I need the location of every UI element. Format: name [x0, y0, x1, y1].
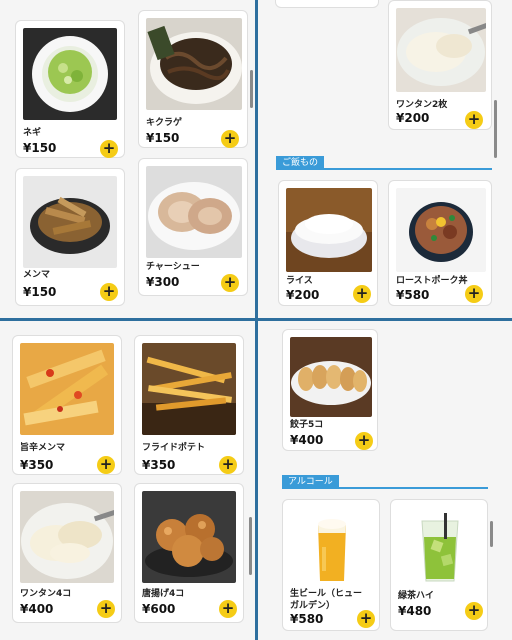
item-name: ライス	[286, 276, 313, 286]
item-price: ¥400	[20, 602, 54, 616]
menu-card-karaage[interactable]: 唐揚げ4コ ¥600 +	[134, 483, 244, 623]
item-name: チャーシュー	[146, 262, 200, 272]
add-button[interactable]: +	[353, 285, 371, 303]
item-name: ローストポーク丼	[396, 276, 468, 286]
plus-icon: +	[467, 601, 481, 619]
menu-card-partial[interactable]	[275, 0, 379, 8]
gyoza-image	[290, 337, 372, 417]
item-name: ワンタン2枚	[396, 100, 448, 110]
menu-card-menma[interactable]: メンマ ¥150 +	[15, 168, 125, 306]
add-button[interactable]: +	[219, 456, 237, 474]
item-name: 唐揚げ4コ	[142, 589, 185, 599]
add-button[interactable]: +	[465, 285, 483, 303]
add-button[interactable]: +	[97, 600, 115, 618]
menu-card-spicy-menma[interactable]: 旨辛メンマ ¥350 +	[12, 335, 122, 475]
plus-icon: +	[355, 284, 369, 302]
panel-bottom-left: 旨辛メンマ ¥350 + フライドポテト ¥350 + ワンタン4コ ¥400 …	[0, 321, 255, 640]
plus-icon: +	[99, 599, 113, 617]
menu-card-chashu[interactable]: チャーシュー ¥300 +	[138, 158, 248, 296]
chashu-image	[146, 166, 242, 258]
section-underline	[276, 168, 492, 170]
item-name: フライドポテト	[142, 443, 206, 453]
item-price: ¥350	[142, 458, 176, 472]
item-price: ¥200	[286, 288, 320, 302]
scrollbar[interactable]	[494, 100, 497, 158]
item-name: メンマ	[23, 270, 51, 280]
item-price: ¥150	[23, 285, 57, 299]
item-name: ネギ	[23, 128, 42, 138]
item-price: ¥350	[20, 458, 54, 472]
beer-image	[290, 507, 374, 587]
kikurage-image	[146, 18, 242, 110]
scrollbar[interactable]	[490, 521, 493, 547]
fries-image	[142, 343, 236, 435]
section-header-rice: ご飯もの	[276, 156, 492, 170]
item-price: ¥150	[146, 131, 180, 145]
add-button[interactable]: +	[219, 600, 237, 618]
menu-card-beer[interactable]: 生ビール（ヒューガルデン） ¥580 +	[282, 499, 380, 631]
menu-card-kikurage[interactable]: キクラゲ ¥150 +	[138, 10, 248, 148]
plus-icon: +	[223, 273, 237, 291]
plus-icon: +	[467, 110, 481, 128]
wonton2-image	[396, 8, 486, 92]
plus-icon: +	[221, 599, 235, 617]
plus-icon: +	[359, 609, 373, 627]
item-price: ¥480	[398, 604, 432, 618]
scrollbar[interactable]	[250, 70, 253, 108]
greentea-high-image	[398, 507, 482, 587]
panel-bottom-right: 餃子5コ ¥400 + アルコール 生ビール（ヒューガルデン） ¥580 + 緑…	[258, 321, 512, 640]
add-button[interactable]: +	[465, 111, 483, 129]
panel-top-left: ネギ ¥150 + キクラゲ ¥150 + メンマ ¥150 + チャーシュー …	[0, 0, 255, 318]
section-header-alcohol: アルコール	[282, 475, 488, 489]
item-price: ¥580	[396, 288, 430, 302]
item-price: ¥300	[146, 275, 180, 289]
menu-card-fries[interactable]: フライドポテト ¥350 +	[134, 335, 244, 475]
plus-icon: +	[223, 129, 237, 147]
menma-image	[23, 176, 117, 268]
menu-card-wonton4[interactable]: ワンタン4コ ¥400 +	[12, 483, 122, 623]
negi-image	[23, 28, 117, 120]
item-name: 旨辛メンマ	[20, 443, 66, 453]
menu-card-greentea-high[interactable]: 緑茶ハイ ¥480 +	[390, 499, 488, 631]
menu-card-wonton2[interactable]: ワンタン2枚 ¥200 +	[388, 0, 492, 130]
plus-icon: +	[99, 455, 113, 473]
plus-icon: +	[102, 139, 116, 157]
item-name: 生ビール（ヒューガルデン）	[290, 589, 363, 611]
item-price: ¥400	[290, 433, 324, 447]
item-price: ¥200	[396, 111, 430, 125]
item-name: 緑茶ハイ	[398, 591, 434, 601]
add-button[interactable]: +	[100, 283, 118, 301]
menu-card-roastpork[interactable]: ローストポーク丼 ¥580 +	[388, 180, 492, 306]
add-button[interactable]: +	[97, 456, 115, 474]
plus-icon: +	[221, 455, 235, 473]
add-button[interactable]: +	[221, 130, 239, 148]
scrollbar[interactable]	[249, 517, 252, 575]
item-name: ワンタン4コ	[20, 589, 72, 599]
grid-divider-horizontal	[0, 318, 512, 321]
section-underline	[282, 487, 488, 489]
menu-card-rice[interactable]: ライス ¥200 +	[278, 180, 378, 306]
add-button[interactable]: +	[355, 432, 373, 450]
item-price: ¥600	[142, 602, 176, 616]
wonton4-image	[20, 491, 114, 583]
panel-top-right: ワンタン2枚 ¥200 + ご飯もの ライス ¥200 + ローストポーク丼 ¥…	[258, 0, 512, 318]
roastpork-image	[396, 188, 486, 272]
add-button[interactable]: +	[357, 610, 375, 628]
plus-icon: +	[467, 284, 481, 302]
plus-icon: +	[102, 282, 116, 300]
add-button[interactable]: +	[221, 274, 239, 292]
item-name: 餃子5コ	[290, 420, 324, 430]
item-price: ¥150	[23, 141, 57, 155]
add-button[interactable]: +	[100, 140, 118, 158]
rice-image	[286, 188, 372, 272]
menu-card-negi[interactable]: ネギ ¥150 +	[15, 20, 125, 158]
menu-card-gyoza[interactable]: 餃子5コ ¥400 +	[282, 329, 378, 451]
item-price: ¥580	[290, 612, 324, 626]
add-button[interactable]: +	[465, 602, 483, 620]
item-name: キクラゲ	[146, 118, 183, 128]
plus-icon: +	[357, 431, 371, 449]
spicy-menma-image	[20, 343, 114, 435]
karaage-image	[142, 491, 236, 583]
